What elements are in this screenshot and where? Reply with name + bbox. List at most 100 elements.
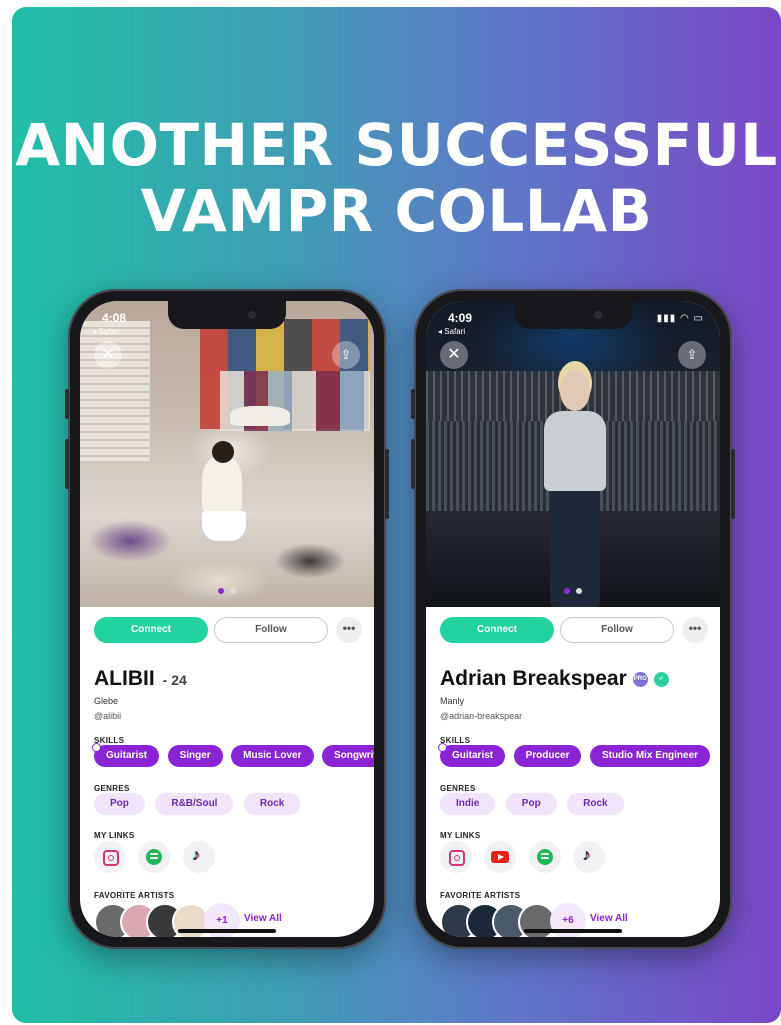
photo-detail <box>560 371 590 411</box>
profile-handle: @alibii <box>94 711 122 721</box>
spotify-glyph <box>536 849 553 865</box>
follow-button[interactable]: Follow <box>214 617 328 643</box>
wifi-icon: ◠ <box>680 313 690 324</box>
camera-icon <box>594 311 602 319</box>
profile-name-text: Adrian Breakspear <box>440 667 627 690</box>
tiktok-icon[interactable]: ♪ <box>573 841 606 873</box>
genres-list: Indie Pop Rock <box>440 793 630 815</box>
headline: ANOTHER SUCCESSFUL VAMPR COLLAB <box>12 112 781 244</box>
home-indicator <box>524 929 622 933</box>
photo-detail <box>212 441 234 463</box>
plus-icon <box>92 743 101 752</box>
pagination-dot[interactable] <box>564 588 570 594</box>
tiktok-glyph: ♪ <box>191 847 200 864</box>
pagination-dot[interactable] <box>576 588 582 594</box>
skill-pill[interactable]: Songwriter <box>321 745 374 767</box>
youtube-icon[interactable] <box>484 841 517 873</box>
genres-list: Pop R&B/Soul Rock <box>94 793 306 815</box>
genres-label: GENRES <box>94 784 130 793</box>
more-options-button[interactable]: ••• <box>682 617 708 643</box>
profile-name: ALIBII - 24 <box>94 667 187 691</box>
tiktok-glyph: ♪ <box>582 847 591 864</box>
profile-photo[interactable] <box>80 301 374 607</box>
back-to-app-link[interactable]: ◂ Safari <box>92 327 119 336</box>
close-icon[interactable]: ✕ <box>94 341 122 369</box>
status-time: 4:08 <box>102 311 127 325</box>
genre-pill[interactable]: Rock <box>567 793 624 815</box>
links-label: MY LINKS <box>94 831 135 840</box>
instagram-glyph <box>449 850 465 866</box>
more-options-button[interactable]: ••• <box>336 617 362 643</box>
skills-list: Guitarist Producer Studio Mix Engineer <box>438 743 714 767</box>
instagram-icon[interactable] <box>440 841 472 873</box>
verified-check-icon: ✓ <box>653 671 669 687</box>
phone-screen: 4:09 ◂ Safari ▮▮▮ ◠ ▭ ✕ ⇪ Connect Follow… <box>426 301 720 937</box>
spotify-icon[interactable] <box>528 841 561 873</box>
profile-photo[interactable] <box>426 301 720 607</box>
phone-screen: 4:08 ◂ Safari ✕ ⇪ Connect Follow ••• ALI… <box>80 301 374 937</box>
skill-pill[interactable]: Guitarist <box>438 743 506 767</box>
view-all-link[interactable]: View All <box>590 913 628 924</box>
links-list: ♪ <box>440 841 613 873</box>
profile-handle: @adrian-breakspear <box>440 711 523 721</box>
phone-button <box>411 439 415 489</box>
photo-detail <box>230 406 290 426</box>
genres-label: GENRES <box>440 784 476 793</box>
pagination-dot[interactable] <box>230 588 236 594</box>
favorite-artists-label: FAVORITE ARTISTS <box>440 891 521 900</box>
genre-pill[interactable]: R&B/Soul <box>155 793 234 815</box>
phone-button <box>411 389 415 419</box>
follow-button[interactable]: Follow <box>560 617 674 643</box>
skill-pill[interactable]: Music Lover <box>231 745 314 767</box>
skill-pill[interactable]: Studio Mix Engineer <box>589 745 711 767</box>
connect-button[interactable]: Connect <box>440 617 554 643</box>
phone-mockup-left: 4:08 ◂ Safari ✕ ⇪ Connect Follow ••• ALI… <box>65 289 389 949</box>
profile-name: Adrian Breakspear PRO ✓ <box>440 667 669 691</box>
genre-pill[interactable]: Pop <box>94 793 145 815</box>
skill-label: Guitarist <box>452 750 494 761</box>
photo-detail <box>202 456 242 516</box>
photo-detail <box>544 411 606 491</box>
tiktok-icon[interactable]: ♪ <box>182 841 215 873</box>
plus-icon <box>438 743 447 752</box>
connect-button[interactable]: Connect <box>94 617 208 643</box>
phone-button <box>65 439 69 489</box>
profile-actions: Connect Follow ••• <box>440 617 710 643</box>
back-to-app-link[interactable]: ◂ Safari <box>438 327 465 336</box>
favorite-artists-label: FAVORITE ARTISTS <box>94 891 175 900</box>
share-icon[interactable]: ⇪ <box>332 341 360 369</box>
share-icon[interactable]: ⇪ <box>678 341 706 369</box>
photo-detail <box>202 511 246 541</box>
instagram-icon[interactable] <box>94 841 126 873</box>
spotify-glyph <box>146 849 163 865</box>
home-indicator <box>178 929 276 933</box>
photo-pagination <box>426 581 720 599</box>
skill-pill[interactable]: Singer <box>167 745 223 767</box>
spotify-icon[interactable] <box>138 841 171 873</box>
pro-badge-icon: PRO <box>632 671 648 687</box>
phone-notch <box>168 301 286 329</box>
phone-mockup-right: 4:09 ◂ Safari ▮▮▮ ◠ ▭ ✕ ⇪ Connect Follow… <box>411 289 735 949</box>
camera-icon <box>248 311 256 319</box>
view-all-link[interactable]: View All <box>244 913 282 924</box>
promo-poster: ANOTHER SUCCESSFUL VAMPR COLLAB 4:08 ◂ S… <box>12 7 781 1023</box>
skill-label: Producer <box>525 750 570 761</box>
phone-button <box>731 449 735 519</box>
skill-pill[interactable]: Producer <box>513 745 582 767</box>
profile-location: Manly <box>440 696 465 706</box>
photo-pagination <box>80 581 374 599</box>
status-indicators: ▮▮▮ ◠ ▭ <box>657 313 704 324</box>
profile-actions: Connect Follow ••• <box>94 617 364 643</box>
phone-button <box>65 389 69 419</box>
pagination-dot[interactable] <box>218 588 224 594</box>
skill-label: Songwriter <box>333 750 374 761</box>
phone-button <box>385 449 389 519</box>
instagram-glyph <box>103 850 119 866</box>
skill-pill[interactable]: Guitarist <box>92 743 160 767</box>
skill-label: Singer <box>179 750 211 761</box>
genre-pill[interactable]: Pop <box>505 793 557 815</box>
profile-location: Glebe <box>94 696 119 706</box>
genre-pill[interactable]: Rock <box>243 793 301 815</box>
close-icon[interactable]: ✕ <box>440 341 468 369</box>
genre-pill[interactable]: Indie <box>440 793 496 815</box>
